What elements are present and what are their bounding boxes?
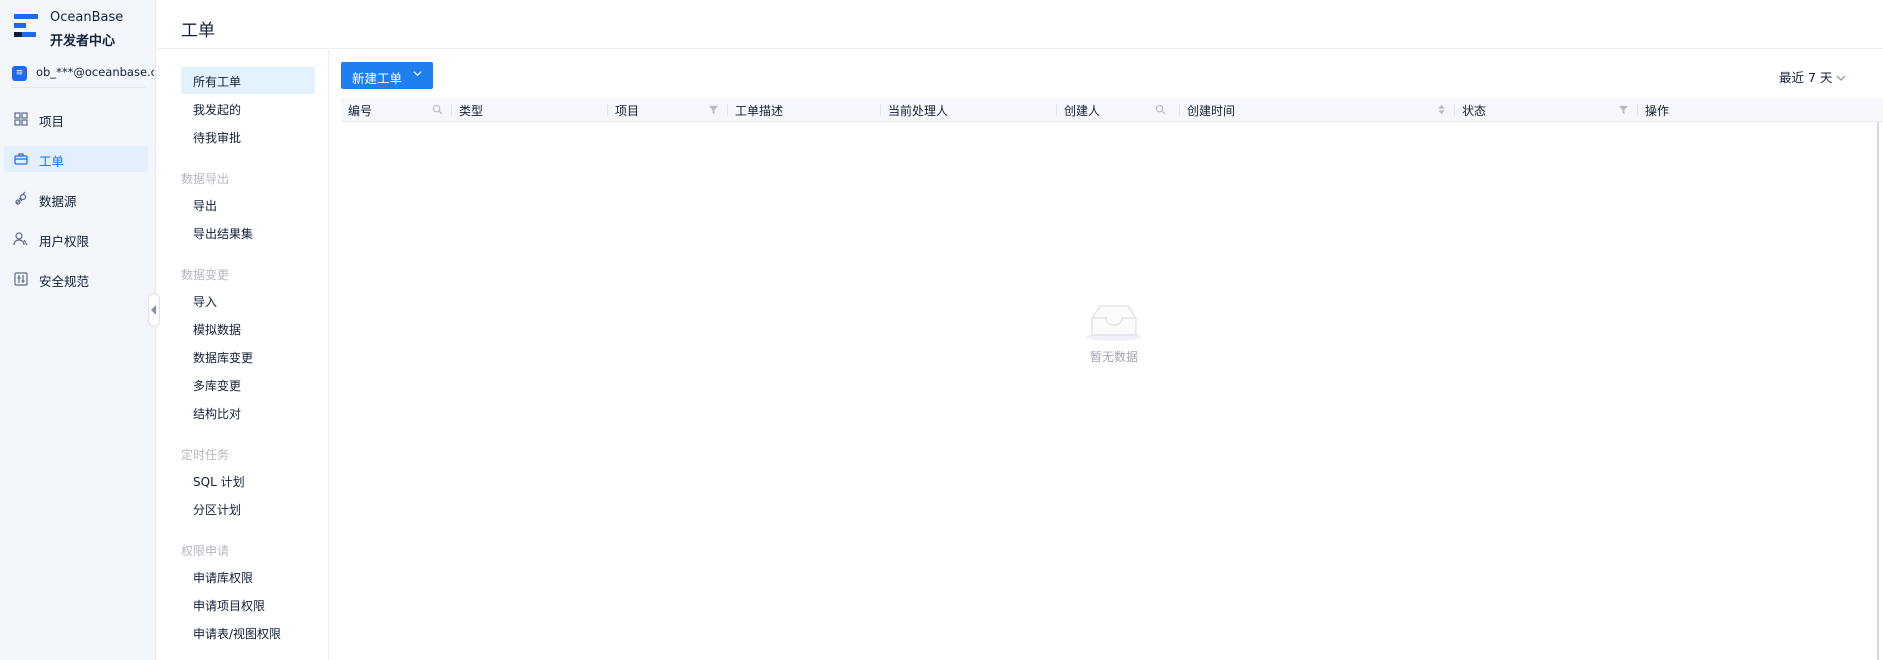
search-icon[interactable] <box>432 104 443 115</box>
submenu-group-data-export: 数据导出 <box>181 172 230 186</box>
account-icon: ≡ <box>12 66 27 81</box>
shield-settings-icon <box>14 272 28 286</box>
caret-left-icon <box>151 305 156 315</box>
main-content: 新建工单 最近 7 天 编号 类型 项目 工单描述 当前处理人 创建人 创建时间… <box>330 50 1883 660</box>
submenu-item-export-resultset[interactable]: 导出结果集 <box>181 219 315 246</box>
column-label: 工单描述 <box>735 104 784 118</box>
time-range-select[interactable]: 最近 7 天 <box>1779 67 1846 86</box>
sidebar-item-label: 用户权限 <box>39 234 90 249</box>
submenu-item-my-created[interactable]: 我发起的 <box>181 95 315 122</box>
submenu-item-partition-plan[interactable]: 分区计划 <box>181 495 315 522</box>
sidebar-item-label: 工单 <box>39 154 65 169</box>
submenu-item-request-db-permission[interactable]: 申请库权限 <box>181 563 315 590</box>
link-icon <box>15 191 27 205</box>
column-label: 操作 <box>1645 104 1670 118</box>
column-label: 创建人 <box>1064 104 1101 118</box>
column-status[interactable]: 状态 <box>1455 98 1638 122</box>
app-root: OceanBase 开发者中心 ≡ ob_***@oceanbase.com 项… <box>0 0 1883 660</box>
briefcase-icon <box>14 153 28 165</box>
submenu-item-schema-compare[interactable]: 结构比对 <box>181 399 315 426</box>
time-range-value: 最近 7 天 <box>1779 70 1833 85</box>
sidebar-item-datasource[interactable]: 数据源 <box>4 186 148 212</box>
ticket-submenu: 所有工单 我发起的 待我审批 数据导出 导出 导出结果集 数据变更 导入 模拟数… <box>157 50 329 660</box>
new-ticket-label: 新建工单 <box>352 71 403 86</box>
users-icon <box>13 232 28 246</box>
submenu-item-sql-plan[interactable]: SQL 计划 <box>181 467 315 494</box>
sidebar-item-label: 项目 <box>39 114 65 129</box>
submenu-item-request-table-permission[interactable]: 申请表/视图权限 <box>181 619 315 646</box>
sidebar-item-tickets[interactable]: 工单 <box>4 146 148 172</box>
column-id[interactable]: 编号 <box>341 98 452 122</box>
submenu-item-label: 导出结果集 <box>193 227 254 241</box>
column-label: 当前处理人 <box>888 104 949 118</box>
column-description[interactable]: 工单描述 <box>728 98 881 122</box>
submenu-item-label: 多库变更 <box>193 379 242 393</box>
column-label: 类型 <box>459 104 484 118</box>
table-scrollbar[interactable] <box>1873 98 1883 660</box>
column-label: 编号 <box>348 104 373 118</box>
column-label: 状态 <box>1462 104 1487 118</box>
ticket-table-header: 编号 类型 项目 工单描述 当前处理人 创建人 创建时间 状态 操作 <box>341 98 1883 122</box>
submenu-item-all-tickets[interactable]: 所有工单 <box>181 67 315 94</box>
sidebar-item-label: 安全规范 <box>39 274 90 289</box>
page-header: 工单 <box>157 0 1883 49</box>
column-creator[interactable]: 创建人 <box>1057 98 1180 122</box>
submenu-group-data-change: 数据变更 <box>181 268 230 282</box>
sidebar-item-label: 数据源 <box>39 194 77 209</box>
submenu-item-pending-approval[interactable]: 待我审批 <box>181 123 315 150</box>
column-label: 创建时间 <box>1187 104 1236 118</box>
column-current-handler[interactable]: 当前处理人 <box>881 98 1057 122</box>
submenu-item-label: 导出 <box>193 199 218 213</box>
submenu-item-import[interactable]: 导入 <box>181 287 315 314</box>
empty-state-text: 暂无数据 <box>1089 350 1138 364</box>
submenu-item-label: 我发起的 <box>193 103 242 117</box>
filter-icon[interactable] <box>1618 104 1629 115</box>
submenu-item-label: 申请库权限 <box>193 571 254 585</box>
logo-subtitle: 开发者中心 <box>50 34 116 49</box>
submenu-item-label: 导入 <box>193 295 218 309</box>
sort-icon[interactable] <box>1436 104 1447 115</box>
oceanbase-logo-icon <box>14 14 40 44</box>
sidebar-item-users[interactable]: 用户权限 <box>4 226 148 252</box>
submenu-item-export[interactable]: 导出 <box>181 191 315 218</box>
account-switcher[interactable]: ≡ ob_***@oceanbase.com <box>12 62 154 88</box>
filter-icon[interactable] <box>708 104 719 115</box>
empty-state: 暂无数据 <box>1078 302 1150 365</box>
grid-icon <box>14 112 28 126</box>
scrollbar-thumb[interactable] <box>1877 122 1879 660</box>
column-project[interactable]: 项目 <box>608 98 728 122</box>
logo[interactable]: OceanBase 开发者中心 <box>14 10 154 50</box>
column-actions: 操作 <box>1638 98 1873 122</box>
submenu-item-label: 申请表/视图权限 <box>193 627 282 641</box>
search-icon[interactable] <box>1155 104 1166 115</box>
submenu-group-scheduled-tasks: 定时任务 <box>181 448 230 462</box>
column-type[interactable]: 类型 <box>452 98 608 122</box>
logo-name: OceanBase <box>50 10 124 25</box>
sidebar-item-projects[interactable]: 项目 <box>4 106 148 132</box>
new-ticket-button[interactable]: 新建工单 <box>341 62 433 89</box>
chevron-down-icon <box>1836 75 1846 81</box>
column-created-time[interactable]: 创建时间 <box>1180 98 1455 122</box>
submenu-item-database-change[interactable]: 数据库变更 <box>181 343 315 370</box>
column-label: 项目 <box>615 104 640 118</box>
submenu-group-permission-request: 权限申请 <box>181 544 230 558</box>
sidebar-item-security[interactable]: 安全规范 <box>4 266 148 292</box>
page-title: 工单 <box>181 21 215 41</box>
sidebar: OceanBase 开发者中心 ≡ ob_***@oceanbase.com 项… <box>0 0 160 660</box>
submenu-item-request-project-permission[interactable]: 申请项目权限 <box>181 591 315 618</box>
submenu-item-label: 数据库变更 <box>193 351 254 365</box>
submenu-item-label: 申请项目权限 <box>193 599 266 613</box>
submenu-item-mock-data[interactable]: 模拟数据 <box>181 315 315 342</box>
submenu-item-label: 所有工单 <box>193 75 242 89</box>
submenu-item-multi-db-change[interactable]: 多库变更 <box>181 371 315 398</box>
chevron-down-icon <box>413 71 422 77</box>
submenu-item-label: 分区计划 <box>193 503 242 517</box>
submenu-item-label: SQL 计划 <box>193 475 245 489</box>
submenu-item-label: 结构比对 <box>193 407 242 421</box>
submenu-item-label: 模拟数据 <box>193 323 242 337</box>
empty-inbox-icon <box>1086 305 1142 341</box>
account-name: ob_***@oceanbase.com <box>36 65 154 79</box>
submenu-item-label: 待我审批 <box>193 131 242 145</box>
